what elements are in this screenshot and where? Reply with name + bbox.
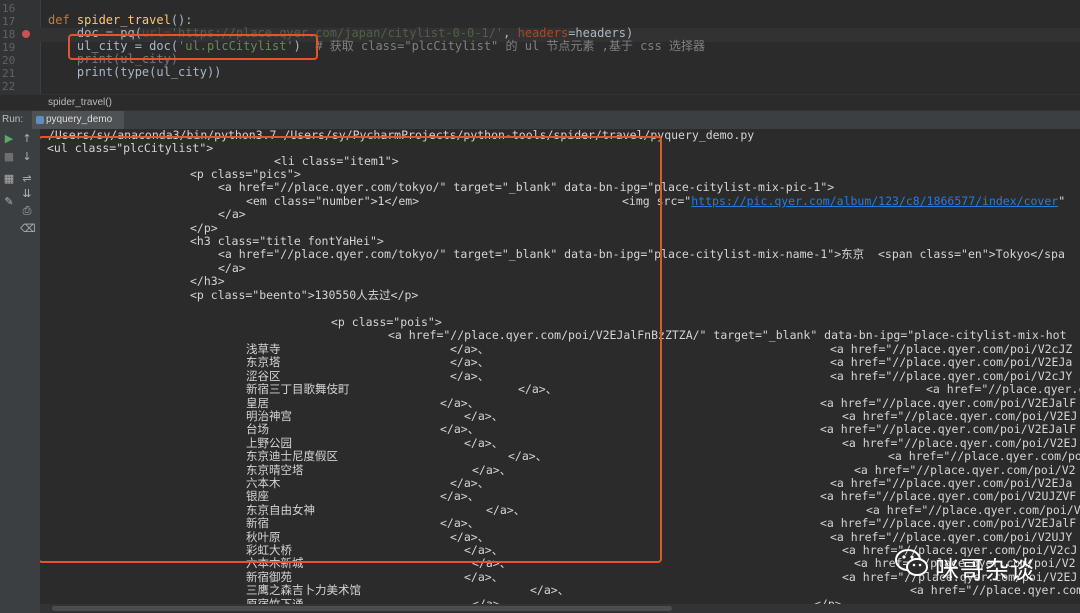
poi-next-link: <a href="//place.qyer.com/poi/V2EJa — [830, 355, 1073, 370]
line-number: 18 — [2, 28, 16, 41]
run-tab[interactable]: pyquery_demo — [32, 111, 124, 129]
scrollbar-thumb[interactable] — [52, 606, 672, 611]
poi-next-link: <a href="//place.qyer.com/poi/V2EJalF — [820, 422, 1077, 437]
poi-next-link: <a href="//place.qyer.com/poi/V2 — [854, 462, 1076, 477]
poi-next-link: <a href="//place.qyer.com/ — [926, 382, 1080, 397]
poi-next-link: <a href="//place.qyer.com/poi/V2UJY — [830, 529, 1073, 544]
poi-next-link: <a href="//place.qyer.com/poi/V — [866, 502, 1080, 517]
line-number: 21 — [2, 67, 16, 80]
poi-next-link: <a href="//place.qyer.com/poi/V2cJY — [830, 368, 1073, 383]
breadcrumb-function[interactable]: spider_travel() — [48, 97, 112, 108]
breakpoint-icon[interactable] — [22, 30, 30, 38]
poi-next-link: <a href="//place.qyer.com/poi/V2EJalF — [820, 516, 1077, 531]
output-line: <img src="https://pic.qyer.com/album/123… — [622, 194, 1066, 208]
poi-next-link: <a href="//place.qyer.com/poi/V2EJalF — [820, 395, 1077, 410]
watermark: 咪哥杂谈 — [895, 544, 1075, 594]
pin-icon[interactable]: ✎ — [2, 195, 16, 209]
editor-gutter: 16 17 18 19 20 21 22 — [0, 0, 40, 94]
poi-next-link: <a href="//place.qyer.com/po — [888, 449, 1080, 464]
line-number: 19 — [2, 41, 16, 54]
scroll-to-end-icon[interactable]: ⇊ — [20, 187, 34, 201]
horizontal-scrollbar[interactable] — [40, 604, 1080, 613]
poi-next-link: <a href="//place.qyer.com/poi/V2EJ — [842, 435, 1078, 450]
run-toolbar: ▶ ↑ ■ ↓ ▦ ⇌ ✎ ⇊ ⎙ ⌫ — [0, 129, 41, 613]
rerun-icon[interactable]: ▶ — [2, 132, 16, 146]
poi-name: 三鹰之森吉卜力美术馆 — [246, 583, 361, 598]
code-editor[interactable]: 16 17 18 19 20 21 22 def spider_travel()… — [0, 0, 1080, 94]
gutter-divider — [40, 0, 41, 94]
layout-icon[interactable]: ▦ — [2, 172, 16, 186]
line-number: 20 — [2, 54, 16, 67]
console-output[interactable]: /Users/sy/anaconda3/bin/python3.7 /Users… — [40, 129, 1080, 613]
poi-next-link: <a href="//place.qyer.com/poi/V2cJZ — [830, 342, 1073, 356]
python-icon — [36, 116, 44, 124]
poi-name: 新宿御苑 — [246, 569, 292, 584]
line-number: 22 — [2, 80, 16, 93]
annotation-box — [40, 136, 662, 563]
annotation-box — [68, 34, 318, 60]
run-panel-header: Run: pyquery_demo — [0, 110, 1080, 130]
run-tab-label: pyquery_demo — [46, 114, 113, 125]
soft-wrap-icon[interactable]: ⇌ — [20, 172, 34, 186]
poi-next-link: <a href="//place.qyer.com/poi/V2UJZVF — [820, 489, 1077, 504]
wechat-icon — [895, 549, 928, 576]
poi-close-tag: </a>、 — [464, 569, 504, 584]
poi-close-tag: </a>、 — [530, 583, 570, 598]
line-number: 17 — [2, 15, 16, 28]
line-number: 16 — [2, 2, 16, 15]
poi-next-link: <a href="//place.qyer.com/poi/V2EJ — [842, 409, 1078, 423]
breadcrumb: spider_travel() — [0, 94, 1080, 111]
down-arrow-icon[interactable]: ↓ — [20, 150, 34, 164]
up-arrow-icon[interactable]: ↑ — [20, 132, 34, 146]
run-label: Run: — [2, 114, 24, 125]
watermark-text: 咪哥杂谈 — [935, 556, 1035, 584]
code-line: print(type(ul_city)) — [48, 65, 222, 79]
trash-icon[interactable]: ⌫ — [20, 222, 36, 236]
image-link[interactable]: https://pic.qyer.com/album/123/c8/186657… — [691, 194, 1058, 208]
print-icon[interactable]: ⎙ — [20, 204, 34, 218]
stop-icon[interactable]: ■ — [2, 150, 16, 164]
poi-next-link: <a href="//place.qyer.com/poi/V2EJa — [830, 476, 1073, 490]
